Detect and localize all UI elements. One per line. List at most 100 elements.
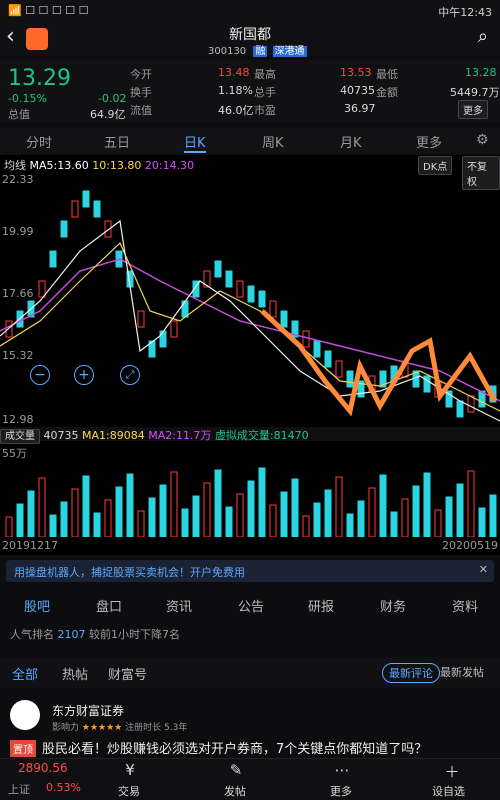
add-watch-icon[interactable]: ＋ <box>440 761 464 782</box>
y-tick-3: 17.66 <box>2 287 34 300</box>
tab-hot[interactable]: 热帖 <box>62 664 88 683</box>
add-watch-button[interactable]: 设自选 <box>432 783 465 799</box>
sub-tabs: 股吧 盘口 资讯 公告 研报 财务 资料 <box>0 594 500 622</box>
candle <box>247 285 255 303</box>
close-icon[interactable]: ✕ <box>479 563 488 576</box>
feed-tabs: 全部 热帖 财富号 最新评论 最新发帖 <box>0 658 500 688</box>
candle <box>269 300 277 318</box>
label-high: 最高 <box>254 68 276 81</box>
tab-all[interactable]: 全部 <box>12 664 38 683</box>
settings-icon[interactable]: ⚙ <box>476 132 489 148</box>
kline-chart[interactable]: 均线 MA5:13.60 10:13.80 20:14.30 DK点 不复权 2… <box>0 155 500 555</box>
volume-bar <box>159 484 167 537</box>
tab-monthly[interactable]: 月K <box>340 132 362 151</box>
volume-bar <box>5 516 13 537</box>
candle <box>258 290 266 308</box>
candle <box>137 310 145 328</box>
volume-bar <box>489 494 497 537</box>
label-volume: 总手 <box>254 86 276 99</box>
search-icon[interactable]: ⌕ <box>478 26 488 47</box>
age-value: 5.3年 <box>164 723 188 733</box>
volume-label[interactable]: 成交量 <box>0 429 40 444</box>
volume-bar <box>467 470 475 537</box>
tab-forum[interactable]: 股吧 <box>24 596 50 615</box>
tab-more[interactable]: 更多 <box>416 132 442 151</box>
post-button[interactable]: 发帖 <box>224 783 246 799</box>
trade-button[interactable]: 交易 <box>118 783 140 799</box>
tab-wealth[interactable]: 财富号 <box>108 664 147 683</box>
post-item[interactable]: 东方财富证券 影响力 ★★★★★ 注册时长 5.3年 置顶 股民必看！炒股赚钱必… <box>0 698 500 757</box>
volume-bar <box>16 503 24 537</box>
date-end: 20200519 <box>442 539 498 552</box>
tab-research[interactable]: 研报 <box>308 596 334 615</box>
volume-bar <box>346 513 354 537</box>
volume-bar <box>214 469 222 537</box>
total-value: 64.9亿 <box>90 108 126 121</box>
value-amount: 5449.7万 <box>450 86 500 99</box>
volume-bar <box>445 496 453 537</box>
volume-value: 40735 <box>43 429 79 442</box>
label-open: 今开 <box>130 68 152 81</box>
volume-bar <box>324 489 332 537</box>
tab-5day[interactable]: 五日 <box>104 132 130 151</box>
status-time: 中午12:43 <box>438 6 492 19</box>
vol-ma1: MA1:89084 <box>82 429 145 442</box>
candle <box>214 260 222 278</box>
label-amount: 金额 <box>376 86 398 99</box>
candle <box>82 190 90 208</box>
post-icon[interactable]: ✎ <box>224 761 248 779</box>
volume-bar <box>71 488 79 537</box>
volume-bar <box>423 472 431 537</box>
pct-change: -0.15% <box>8 92 47 105</box>
more-button[interactable]: 更多 <box>458 100 488 119</box>
tab-notice[interactable]: 公告 <box>238 596 264 615</box>
volume-bar <box>93 512 101 537</box>
sort-latest-post[interactable]: 最新发帖 <box>440 664 484 680</box>
value-high: 13.53 <box>340 66 372 79</box>
volume-bar <box>49 514 57 537</box>
fullscreen-icon[interactable]: ⤢ <box>120 365 140 385</box>
volume-bar <box>225 506 233 537</box>
post-author[interactable]: 东方财富证券 <box>52 702 124 719</box>
pinned-badge: 置顶 <box>10 740 36 757</box>
more-nav-button[interactable]: 更多 <box>330 783 352 799</box>
promo-banner[interactable]: 用操盘机器人，捕捉股票买卖机会！开户免费用 ✕ <box>6 560 494 582</box>
zoom-in-icon[interactable]: + <box>74 365 94 385</box>
tab-orderbook[interactable]: 盘口 <box>96 596 122 615</box>
post-title[interactable]: 股民必看！炒股赚钱必须选对开户券商，7个关键点你都知道了吗？ <box>42 738 427 757</box>
candle <box>93 200 101 218</box>
index-market: 上证 <box>8 783 30 796</box>
volume-bar <box>368 487 376 537</box>
volume-bar <box>60 501 68 537</box>
volume-bar <box>104 499 112 537</box>
influence-label: 影响力 <box>52 723 80 733</box>
candle <box>324 350 332 368</box>
sort-latest-comment[interactable]: 最新评论 <box>382 663 440 683</box>
volume-bar <box>137 510 145 537</box>
volume-bar <box>269 504 277 537</box>
tab-daily[interactable]: 日K <box>184 132 206 153</box>
stock-code: 300130 <box>208 46 247 57</box>
index-pct: 0.53% <box>46 781 81 794</box>
age-label: 注册时长 <box>125 723 162 733</box>
tab-weekly[interactable]: 周K <box>262 132 284 151</box>
tab-news[interactable]: 资讯 <box>166 596 192 615</box>
tab-profile[interactable]: 资料 <box>452 596 478 615</box>
volume-bar <box>434 509 442 537</box>
volume-bar <box>126 473 134 537</box>
candle <box>159 330 167 348</box>
trade-icon[interactable]: ¥ <box>118 761 142 779</box>
more-icon[interactable]: ⋯ <box>330 761 354 779</box>
volume-bar <box>38 477 46 537</box>
stock-name: 新国都 <box>229 27 271 43</box>
vol-virtual: 虚拟成交量:81470 <box>214 429 309 442</box>
zoom-out-icon[interactable]: − <box>30 365 50 385</box>
candle <box>38 280 46 298</box>
status-icons: 📶 ☐ ☐ ☐ ☐ ☐ <box>8 4 89 17</box>
tab-finance[interactable]: 财务 <box>380 596 406 615</box>
volume-bar <box>247 480 255 537</box>
volume-bar <box>456 483 464 537</box>
promo-text: 用操盘机器人，捕捉股票买卖机会！开户免费用 <box>14 566 245 579</box>
tab-intraday[interactable]: 分时 <box>26 132 52 151</box>
bottom-nav: 2890.56 上证 0.53% ¥ 交易 ✎ 发帖 ⋯ 更多 ＋ 设自选 <box>0 758 500 800</box>
